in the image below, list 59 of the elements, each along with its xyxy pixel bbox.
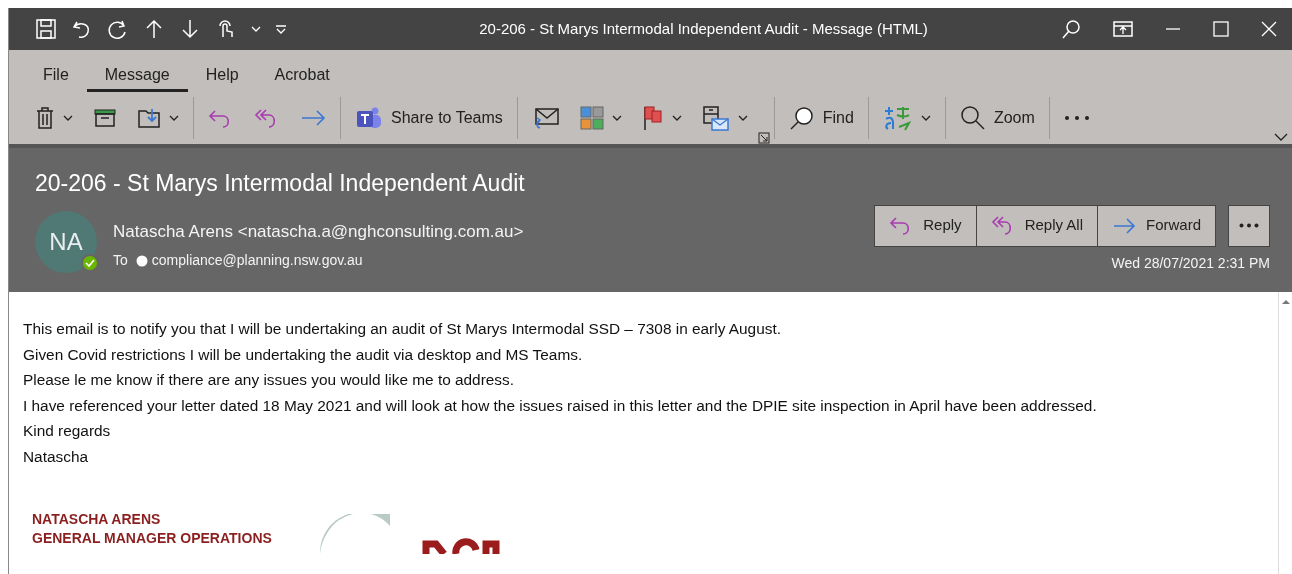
- share-to-teams-button[interactable]: Share to Teams: [345, 100, 513, 136]
- trash-icon: [35, 106, 55, 130]
- rules-icon: [701, 105, 730, 131]
- caret-icon: [737, 114, 748, 122]
- caret-icon[interactable]: [251, 25, 261, 33]
- caret-icon: [671, 114, 682, 122]
- more-icon: [1239, 223, 1259, 228]
- body-paragraph: Kind regards: [23, 421, 112, 442]
- caret-icon: [169, 114, 179, 122]
- ribbon-tab[interactable]: Acrobat: [256, 58, 348, 92]
- ribbon-tab[interactable]: Message: [86, 58, 188, 92]
- sent-date: Wed 28/07/2021 2:31 PM: [1110, 253, 1270, 273]
- caret-icon: [611, 114, 622, 122]
- scroll-up-icon[interactable]: [1280, 298, 1291, 306]
- avatar: NA: [35, 210, 97, 273]
- body-paragraph: Please le me know if there are any issues you would like me to address.: [23, 370, 516, 391]
- body-paragraph: I have referenced your letter dated 18 May 2021 and will look at how the issues raised in this letter and the DPIE site inspection in April have been addressed.: [23, 395, 1098, 416]
- find-button[interactable]: Find: [778, 100, 864, 136]
- maximize-icon[interactable]: [1212, 20, 1230, 38]
- magnifier-icon: [959, 105, 986, 131]
- reply-button[interactable]: Reply: [874, 204, 977, 247]
- collapse-ribbon-icon[interactable]: [1274, 132, 1288, 142]
- contact-status-icon: [135, 254, 148, 267]
- search-icon[interactable]: [1060, 18, 1082, 40]
- search-icon: [788, 105, 815, 131]
- save-icon[interactable]: [35, 18, 57, 40]
- body-paragraph: This email is to notify you that I will be undertaking an audit of St Marys Intermodal SSD – 7308 in early August.: [23, 319, 782, 339]
- sender-name: Natascha Arens <natascha.a@nghconsulting.com.au>: [113, 220, 524, 243]
- forward-arrow-icon: [300, 108, 326, 128]
- more-button[interactable]: [1228, 204, 1270, 247]
- body-paragraph: Given Covid restrictions I will be undertaking the audit via desktop and MS Teams.: [23, 344, 584, 365]
- folder-icon: [137, 107, 161, 129]
- dialog-launcher-icon[interactable]: [757, 132, 770, 144]
- teams-icon: [355, 105, 383, 131]
- archive-icon: [93, 108, 117, 128]
- flag-icon: [641, 105, 664, 131]
- down-arrow-icon[interactable]: [179, 18, 201, 40]
- more-icon: [1063, 115, 1090, 121]
- close-icon[interactable]: [1260, 20, 1278, 38]
- redo-icon[interactable]: [107, 18, 129, 40]
- customize-icon[interactable]: [275, 24, 287, 34]
- body-paragraph: Natascha: [23, 446, 90, 467]
- reply-all-button[interactable]: Reply All: [976, 204, 1098, 247]
- zoom-button[interactable]: Zoom: [949, 100, 1045, 136]
- recipient: compliance@planning.nsw.gov.au: [151, 250, 363, 270]
- available-status-icon: [81, 254, 99, 273]
- signature-title: GENERAL MANAGER OPERATIONS: [32, 528, 272, 548]
- to-label: To: [113, 250, 128, 270]
- caret-icon: [63, 114, 73, 122]
- caret-icon: [920, 114, 931, 122]
- categories-icon: [579, 106, 604, 130]
- window-title: 20-206 - St Marys Intermodal Independent Audit - Message (HTML): [478, 18, 929, 39]
- translate-icon: [882, 105, 913, 131]
- email-subject: 20-206 - St Marys Intermodal Independent Audit: [35, 169, 526, 198]
- ribbon-tab[interactable]: File: [25, 58, 87, 92]
- forward-button[interactable]: Forward: [1098, 204, 1216, 247]
- ribbon-tab[interactable]: Help: [187, 58, 257, 92]
- signature-name: NATASCHA ARENS: [32, 509, 162, 529]
- ribbon-display-icon[interactable]: [1112, 20, 1134, 38]
